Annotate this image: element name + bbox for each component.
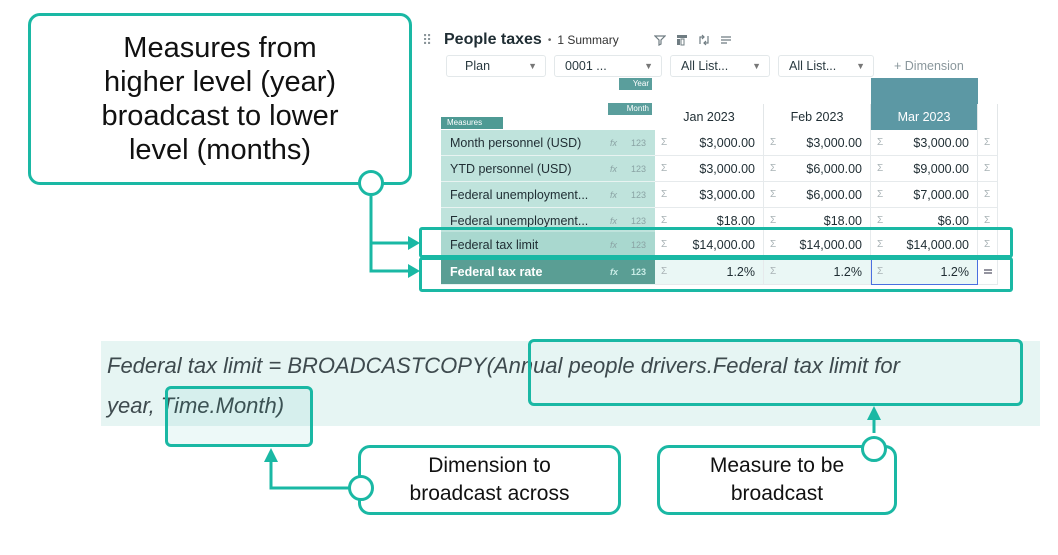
connector-arrows bbox=[264, 196, 881, 490]
connector-dot bbox=[348, 475, 374, 501]
connector-dot bbox=[861, 436, 887, 462]
connector-dot bbox=[358, 170, 384, 196]
